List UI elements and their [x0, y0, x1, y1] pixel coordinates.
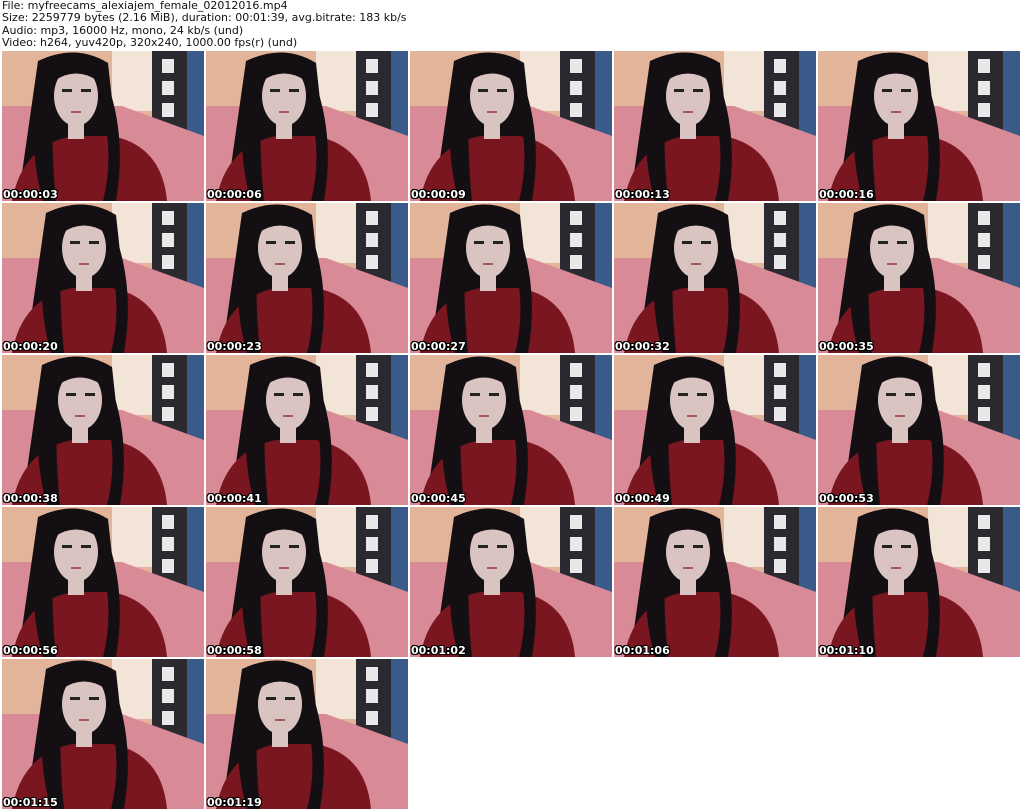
video-frame-thumbnail: 00:00:41 — [206, 355, 408, 505]
frame-timestamp: 00:01:06 — [615, 644, 670, 657]
frame-timestamp: 00:01:10 — [819, 644, 874, 657]
frame-image — [206, 51, 408, 201]
frame-image — [206, 659, 408, 809]
frame-timestamp: 00:00:06 — [207, 188, 262, 201]
frame-timestamp: 00:00:20 — [3, 340, 58, 353]
frame-image — [818, 51, 1020, 201]
frame-image — [614, 507, 816, 657]
video-frame-thumbnail: 00:01:15 — [2, 659, 204, 809]
thumbnail-grid: 00:00:03 00:00:06 00:00:09 00:00:13 00:00:16… — [2, 51, 1022, 811]
frame-timestamp: 00:01:19 — [207, 796, 262, 809]
frame-timestamp: 00:00:27 — [411, 340, 466, 353]
frame-image — [206, 203, 408, 353]
video-frame-thumbnail: 00:01:06 — [614, 507, 816, 657]
frame-image — [206, 355, 408, 505]
frame-timestamp: 00:00:32 — [615, 340, 670, 353]
frame-image — [2, 51, 204, 201]
video-frame-thumbnail: 00:00:49 — [614, 355, 816, 505]
frame-image — [614, 355, 816, 505]
video-frame-thumbnail: 00:00:32 — [614, 203, 816, 353]
frame-timestamp: 00:01:02 — [411, 644, 466, 657]
frame-image — [410, 507, 612, 657]
frame-image — [206, 507, 408, 657]
frame-image — [614, 51, 816, 201]
frame-image — [818, 203, 1020, 353]
video-frame-thumbnail: 00:00:20 — [2, 203, 204, 353]
frame-image — [2, 507, 204, 657]
video-info-line: Video: h264, yuv420p, 320x240, 1000.00 f… — [2, 35, 298, 49]
frame-timestamp: 00:00:41 — [207, 492, 262, 505]
video-frame-thumbnail: 00:00:03 — [2, 51, 204, 201]
frame-image — [410, 203, 612, 353]
frame-timestamp: 00:00:56 — [3, 644, 58, 657]
video-frame-thumbnail: 00:00:53 — [818, 355, 1020, 505]
frame-timestamp: 00:00:53 — [819, 492, 874, 505]
video-frame-thumbnail: 00:00:09 — [410, 51, 612, 201]
frame-timestamp: 00:00:23 — [207, 340, 262, 353]
video-frame-thumbnail: 00:00:58 — [206, 507, 408, 657]
video-frame-thumbnail: 00:00:56 — [2, 507, 204, 657]
file-size-line: Size: 2259779 bytes (2.16 MiB), duration… — [2, 11, 407, 25]
frame-image — [818, 507, 1020, 657]
video-frame-thumbnail: 00:00:23 — [206, 203, 408, 353]
frame-timestamp: 00:00:35 — [819, 340, 874, 353]
video-frame-thumbnail: 00:01:19 — [206, 659, 408, 809]
frame-timestamp: 00:00:13 — [615, 188, 670, 201]
frame-image — [614, 203, 816, 353]
frame-image — [410, 51, 612, 201]
video-frame-thumbnail: 00:00:27 — [410, 203, 612, 353]
video-frame-thumbnail: 00:01:02 — [410, 507, 612, 657]
frame-timestamp: 00:00:16 — [819, 188, 874, 201]
video-frame-thumbnail: 00:01:10 — [818, 507, 1020, 657]
frame-timestamp: 00:00:49 — [615, 492, 670, 505]
frame-image — [2, 203, 204, 353]
video-frame-thumbnail: 00:00:38 — [2, 355, 204, 505]
frame-timestamp: 00:00:09 — [411, 188, 466, 201]
frame-timestamp: 00:01:15 — [3, 796, 58, 809]
file-info-header: File: myfreecams_alexiajem_female_020120… — [2, 0, 1012, 49]
video-frame-thumbnail: 00:00:13 — [614, 51, 816, 201]
frame-timestamp: 00:00:45 — [411, 492, 466, 505]
video-frame-thumbnail: 00:00:06 — [206, 51, 408, 201]
frame-timestamp: 00:00:58 — [207, 644, 262, 657]
frame-image — [818, 355, 1020, 505]
video-frame-thumbnail: 00:00:16 — [818, 51, 1020, 201]
frame-image — [2, 355, 204, 505]
frame-image — [2, 659, 204, 809]
video-frame-thumbnail: 00:00:35 — [818, 203, 1020, 353]
frame-timestamp: 00:00:03 — [3, 188, 58, 201]
frame-timestamp: 00:00:38 — [3, 492, 58, 505]
frame-image — [410, 355, 612, 505]
video-frame-thumbnail: 00:00:45 — [410, 355, 612, 505]
